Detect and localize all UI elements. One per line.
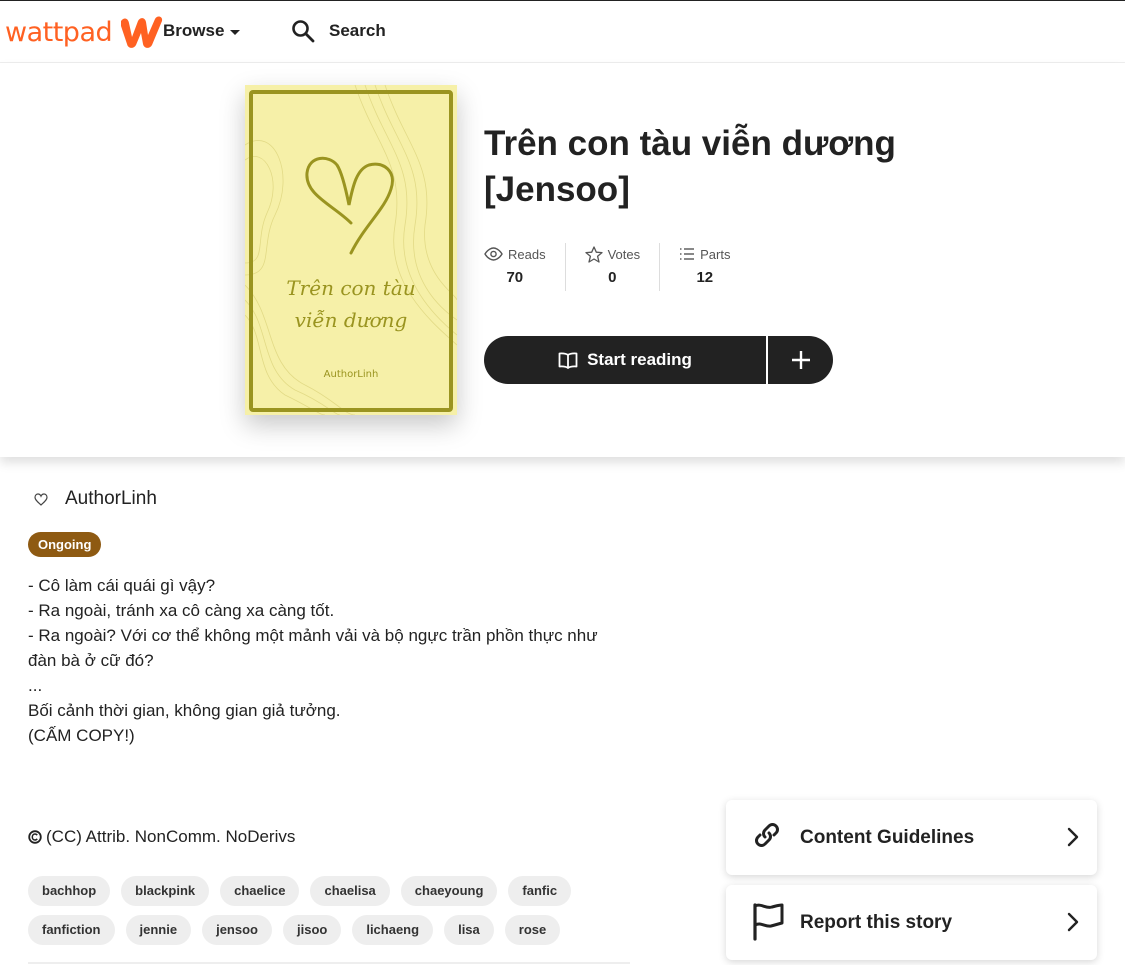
story-title: Trên con tàu viễn dương [Jensoo]	[484, 124, 896, 209]
cover-author: AuthorLinh	[324, 369, 379, 380]
stat-reads: Reads 70	[484, 243, 565, 291]
copyright-icon	[28, 830, 42, 844]
caret-down-icon	[230, 29, 241, 35]
story-cover-image: Trên con tàu viễn dương AuthorLinh	[245, 85, 457, 415]
add-to-library-button[interactable]	[768, 336, 833, 384]
cover-title-line2: viễn dương	[295, 308, 408, 332]
tag-chip[interactable]: fanfic	[508, 876, 572, 906]
author-link[interactable]: AuthorLinh	[34, 488, 157, 510]
description-line: Bối cảnh thời gian, không gian giả tưởng…	[28, 701, 341, 720]
eye-icon	[484, 247, 503, 261]
stat-reads-value: 70	[506, 269, 524, 286]
stat-votes-label: Votes	[607, 246, 641, 262]
description-line: - Ra ngoài, tránh xa cô càng xa càng tốt…	[28, 601, 335, 620]
story-description: - Cô làm cái quái gì vậy? - Ra ngoài, tr…	[28, 573, 628, 748]
stat-parts-label: Parts	[700, 246, 731, 262]
report-story-label: Report this story	[800, 911, 953, 933]
status-badge: Ongoing	[28, 532, 102, 557]
search-icon	[292, 20, 315, 43]
wattpad-logo[interactable]: wattpad	[5, 15, 164, 49]
tag-chip[interactable]: chaelice	[220, 876, 300, 906]
logo-text: wattpad	[5, 16, 113, 48]
plus-icon	[791, 351, 810, 369]
report-story-card[interactable]: Report this story	[726, 885, 1097, 960]
wattpad-w-icon	[121, 16, 163, 48]
section-divider	[28, 962, 630, 964]
search-placeholder: Search	[329, 21, 386, 40]
tag-list: bachhop blackpink chaelice chaelisa chae…	[28, 876, 598, 945]
tag-chip[interactable]: jennie	[125, 915, 192, 945]
tag-chip[interactable]: rose	[504, 915, 561, 945]
tag-chip[interactable]: bachhop	[28, 876, 111, 906]
tag-chip[interactable]: lisa	[444, 915, 494, 945]
top-navigation: wattpad Browse Search	[0, 0, 1125, 63]
story-stats: Reads 70 Votes 0 Parts 12	[484, 243, 749, 291]
start-reading-button[interactable]: Start reading	[484, 336, 766, 384]
author-name: AuthorLinh	[65, 488, 157, 509]
stat-votes-value: 0	[608, 269, 617, 286]
chevron-right-icon	[1067, 827, 1079, 847]
tag-chip[interactable]: fanfiction	[28, 915, 115, 945]
link-icon	[755, 823, 779, 847]
search-box[interactable]: Search	[291, 19, 386, 43]
description-line: - Ra ngoài? Với cơ thể không một mảnh vả…	[28, 626, 603, 670]
story-header: Trên con tàu viễn dương AuthorLinh Trên …	[0, 63, 1125, 457]
license-info: (CC) Attrib. NonComm. NoDerivs	[28, 827, 295, 847]
author-avatar-heart-icon	[34, 492, 48, 506]
stat-parts-value: 12	[696, 269, 714, 286]
stat-reads-label: Reads	[508, 246, 546, 262]
book-icon	[558, 351, 578, 369]
browse-menu-button[interactable]: Browse	[163, 21, 241, 41]
content-guidelines-card[interactable]: Content Guidelines	[726, 800, 1097, 875]
description-line: ...	[28, 676, 43, 695]
cover-title-line1: Trên con tàu	[286, 276, 415, 300]
tag-chip[interactable]: blackpink	[121, 876, 210, 906]
tag-chip[interactable]: lichaeng	[352, 915, 434, 945]
start-reading-label: Start reading	[587, 350, 692, 369]
stat-votes: Votes 0	[564, 243, 660, 291]
story-actions: Start reading	[484, 336, 833, 384]
description-line: (CẤM COPY!)	[28, 726, 135, 745]
content-guidelines-label: Content Guidelines	[800, 826, 975, 848]
chevron-right-icon	[1067, 912, 1079, 932]
browse-label: Browse	[163, 21, 225, 40]
tag-chip[interactable]: chaelisa	[310, 876, 390, 906]
license-text: (CC) Attrib. NonComm. NoDerivs	[46, 827, 296, 846]
flag-icon	[753, 903, 784, 941]
description-line: - Cô làm cái quái gì vậy?	[28, 576, 216, 595]
star-icon	[584, 245, 603, 263]
tag-chip[interactable]: jisoo	[282, 915, 342, 945]
list-icon	[680, 248, 695, 260]
tag-chip[interactable]: jensoo	[202, 915, 272, 945]
tag-chip[interactable]: chaeyoung	[400, 876, 498, 906]
stat-parts: Parts 12	[659, 243, 749, 291]
